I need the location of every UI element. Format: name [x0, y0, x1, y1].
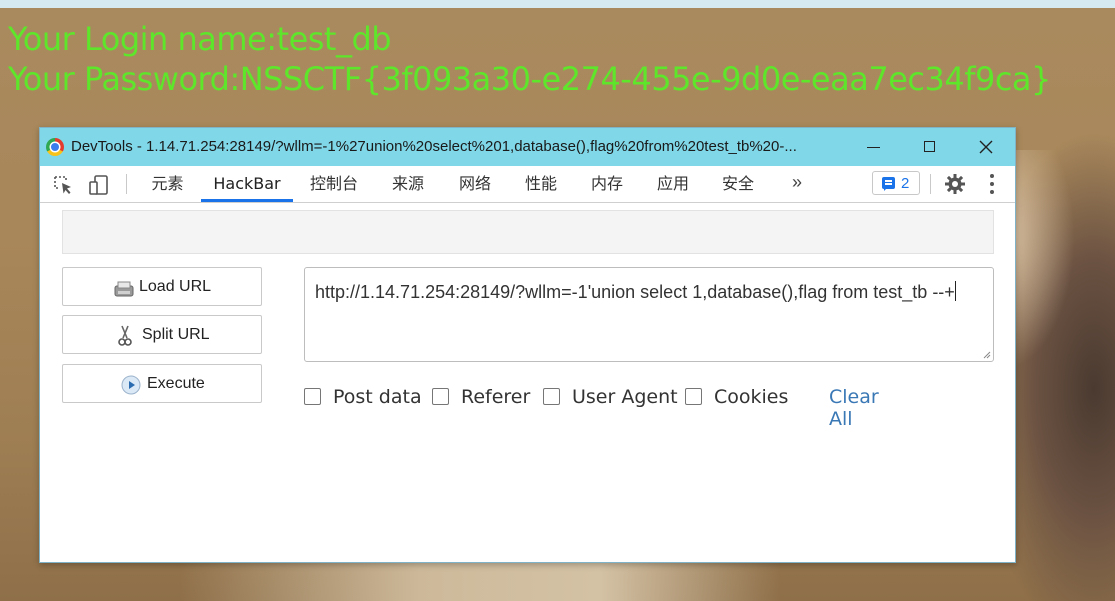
tab-performance[interactable]: 性能 [515, 166, 567, 200]
close-button[interactable] [958, 128, 1014, 166]
resize-grip-icon[interactable] [981, 349, 991, 359]
more-options-icon[interactable] [990, 174, 994, 194]
text-cursor [954, 281, 956, 301]
tab-console[interactable]: 控制台 [303, 166, 365, 200]
referer-option[interactable]: Referer [432, 386, 530, 408]
inspect-element-icon[interactable] [52, 174, 74, 196]
toolbar-separator-2 [930, 174, 931, 194]
tab-elements[interactable]: 元素 [140, 166, 195, 200]
cookies-label: Cookies [714, 386, 789, 408]
cookies-option[interactable]: Cookies [685, 386, 788, 408]
user-agent-option[interactable]: User Agent [543, 386, 678, 408]
post-data-label: Post data [333, 386, 422, 408]
scissors-icon [118, 325, 132, 346]
top-strip [0, 0, 1115, 8]
referer-checkbox[interactable] [432, 388, 449, 405]
password-text: Your Password:NSSCTF{3f093a30-e274-455e-… [8, 60, 1051, 98]
hackbar-top-bar [62, 210, 994, 254]
chrome-icon [46, 138, 64, 156]
post-data-option[interactable]: Post data [304, 386, 422, 408]
tab-application[interactable]: 应用 [647, 166, 699, 200]
devtools-toolbar: 元素 HackBar 控制台 来源 网络 性能 内存 应用 安全 » 2 [40, 166, 1015, 203]
tab-sources[interactable]: 来源 [382, 166, 434, 200]
maximize-button[interactable] [902, 128, 958, 166]
close-icon [979, 140, 993, 154]
device-toggle-icon[interactable] [88, 174, 110, 196]
split-url-label: Split URL [142, 326, 210, 343]
message-icon [882, 177, 895, 191]
login-name-text: Your Login name:test_db [8, 20, 392, 58]
execute-button[interactable]: Execute [62, 364, 262, 403]
load-url-label: Load URL [139, 278, 212, 295]
tab-security[interactable]: 安全 [712, 166, 764, 200]
play-icon [121, 375, 141, 395]
settings-gear-icon[interactable] [944, 173, 966, 195]
post-data-checkbox[interactable] [304, 388, 321, 405]
issues-count: 2 [901, 175, 910, 192]
load-url-icon [114, 281, 134, 297]
tab-memory[interactable]: 内存 [581, 166, 633, 200]
user-agent-label: User Agent [572, 386, 678, 408]
clear-all-link[interactable]: Clear All [829, 386, 879, 430]
titlebar[interactable]: DevTools - 1.14.71.254:28149/?wllm=-1%27… [40, 128, 1015, 166]
cookies-checkbox[interactable] [685, 388, 702, 405]
user-agent-checkbox[interactable] [543, 388, 560, 405]
url-textarea[interactable]: http://1.14.71.254:28149/?wllm=-1'union … [304, 267, 994, 362]
more-tabs-icon[interactable]: » [792, 172, 802, 193]
tab-hackbar[interactable]: HackBar [201, 166, 293, 202]
tab-network[interactable]: 网络 [449, 166, 501, 200]
issues-badge[interactable]: 2 [872, 171, 920, 195]
toolbar-separator [126, 174, 127, 194]
referer-label: Referer [461, 386, 531, 408]
window-title: DevTools - 1.14.71.254:28149/?wllm=-1%27… [71, 138, 797, 155]
split-url-button[interactable]: Split URL [62, 315, 262, 354]
url-text: http://1.14.71.254:28149/?wllm=-1'union … [315, 282, 955, 302]
execute-label: Execute [147, 375, 205, 392]
devtools-window: DevTools - 1.14.71.254:28149/?wllm=-1%27… [39, 127, 1016, 563]
minimize-button[interactable] [846, 128, 902, 166]
load-url-button[interactable]: Load URL [62, 267, 262, 306]
